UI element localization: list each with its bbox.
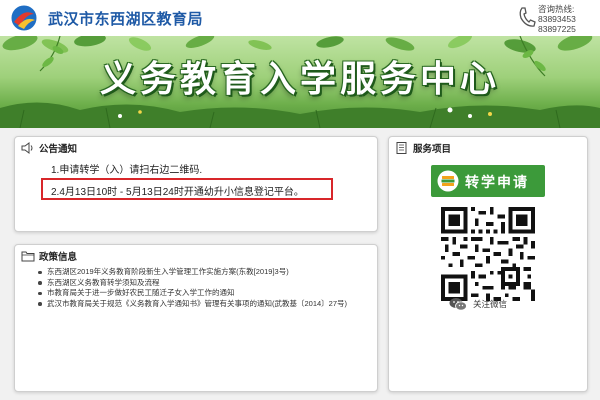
wechat-icon [449, 298, 467, 311]
site-header: 武汉市东西湖区教育局 咨询热线: 83893453 83897225 [0, 0, 600, 36]
notice-panel: 公告通知 1.申请转学（入）请扫右边二维码. 2.4月13日10时 - 5月13… [14, 136, 378, 232]
folder-icon [21, 251, 35, 262]
notice-header: 公告通知 [21, 141, 77, 155]
service-header: 服务项目 [395, 141, 451, 155]
transfer-application-button[interactable]: 转学申请 [431, 165, 545, 197]
hotline-number: 83893453 [538, 14, 576, 24]
follow-wechat[interactable]: 关注微信 [449, 297, 507, 311]
books-icon [437, 170, 459, 192]
policy-header: 政策信息 [21, 249, 77, 263]
policy-list: 东西湖区2019年义务教育阶段新生入学管理工作实施方案(东教[2019]3号) … [37, 267, 373, 309]
notice-item[interactable]: 1.申请转学（入）请扫右边二维码. [51, 161, 202, 176]
service-panel: 服务项目 转学申请 关注微信 [388, 136, 588, 392]
qr-code-icon[interactable] [441, 207, 535, 301]
bureau-logo-icon[interactable] [10, 4, 38, 32]
service-title: 服务项目 [413, 144, 452, 155]
document-icon [396, 142, 407, 154]
hotline-number: 83897225 [538, 24, 576, 34]
hotline-label: 咨询热线: [538, 4, 575, 14]
phone-icon [519, 7, 536, 27]
hotline-info: 咨询热线: 83893453 83897225 [538, 4, 598, 34]
policy-link[interactable]: 市教育局关于进一步做好农民工随迁子女入学工作的通知 [37, 288, 373, 298]
follow-wechat-label: 关注微信 [473, 299, 508, 309]
policy-title: 政策信息 [39, 252, 78, 263]
policy-panel: 政策信息 东西湖区2019年义务教育阶段新生入学管理工作实施方案(东教[2019… [14, 244, 378, 392]
policy-link[interactable]: 武汉市教育局关于规范《义务教育入学通知书》管理有关事项的通知(武教基〔2014〕… [37, 299, 373, 309]
transfer-application-label: 转学申请 [465, 174, 529, 190]
notice-title: 公告通知 [39, 144, 78, 155]
policy-link[interactable]: 东西湖区2019年义务教育阶段新生入学管理工作实施方案(东教[2019]3号) [37, 267, 373, 277]
banner-title: 义务教育入学服务中心 [99, 58, 500, 100]
notice-item[interactable]: 2.4月13日10时 - 5月13日24时开通幼升小信息登记平台。 [51, 183, 304, 198]
notice-highlight-box: 2.4月13日10时 - 5月13日24时开通幼升小信息登记平台。 [41, 178, 333, 200]
speaker-icon [21, 142, 33, 154]
site-title: 武汉市东西湖区教育局 [48, 11, 204, 28]
hero-banner: 义务教育入学服务中心 [0, 36, 600, 128]
policy-link[interactable]: 东西湖区义务教育转学须知及流程 [37, 278, 373, 288]
